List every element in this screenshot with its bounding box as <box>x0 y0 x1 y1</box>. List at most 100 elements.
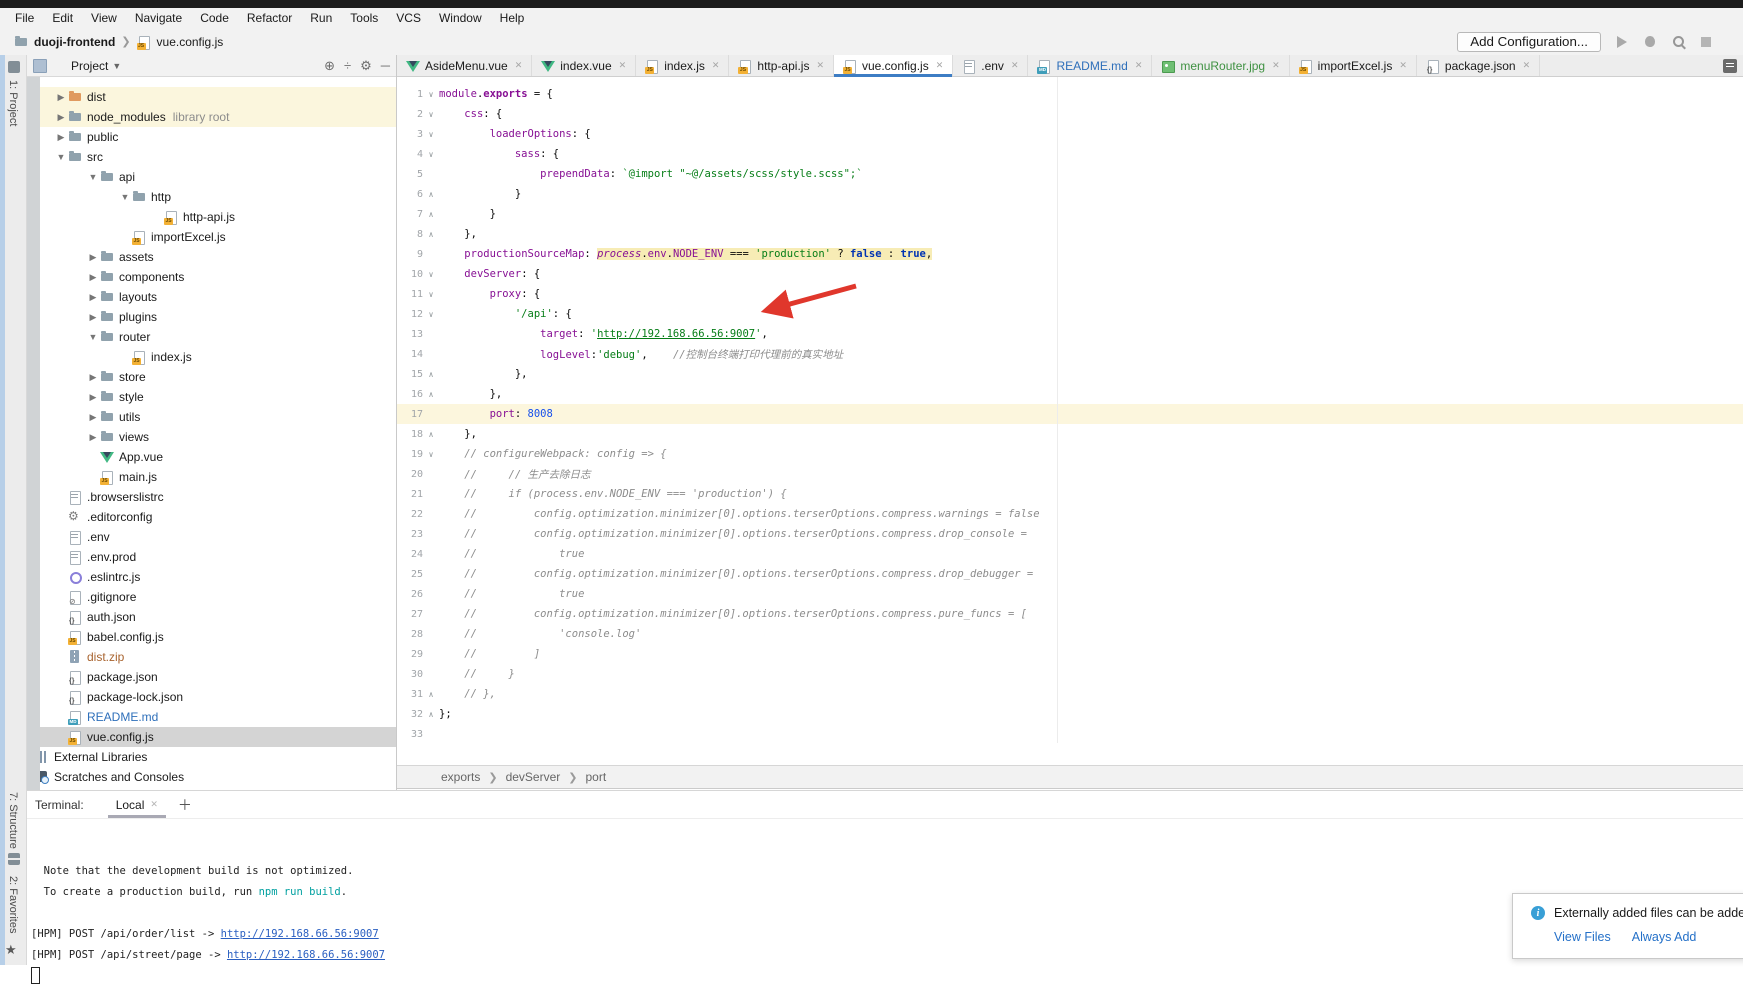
fold-close-icon[interactable]: ∧ <box>423 190 439 199</box>
menu-item-view[interactable]: View <box>82 9 126 27</box>
chevron-right-icon[interactable]: ▶ <box>86 372 100 383</box>
hide-icon[interactable]: ─ <box>381 58 390 74</box>
menu-item-run[interactable]: Run <box>301 9 341 27</box>
menu-item-tools[interactable]: Tools <box>341 9 387 27</box>
structure-tool-icon[interactable] <box>8 853 20 865</box>
menu-item-code[interactable]: Code <box>191 9 238 27</box>
code-line-18[interactable]: 18∧ }, <box>397 424 1743 444</box>
code-line-2[interactable]: 2∨ css: { <box>397 104 1743 124</box>
tree-item-auth-json[interactable]: {}auth.json <box>27 607 396 627</box>
fold-open-icon[interactable]: ∨ <box>423 450 439 459</box>
breadcrumb-port[interactable]: port <box>586 770 607 784</box>
terminal-link[interactable]: http://192.168.66.56:9007 <box>221 928 379 940</box>
code-line-21[interactable]: 21 // if (process.env.NODE_ENV === 'prod… <box>397 484 1743 504</box>
close-icon[interactable]: ✕ <box>936 60 944 71</box>
breadcrumb-devserver[interactable]: devServer <box>506 770 561 784</box>
menu-item-navigate[interactable]: Navigate <box>126 9 191 27</box>
chevron-down-icon[interactable]: ▼ <box>118 192 132 202</box>
favorites-star-icon[interactable]: ★ <box>5 942 17 958</box>
fold-close-icon[interactable]: ∧ <box>423 430 439 439</box>
project-tool-icon[interactable] <box>8 61 20 73</box>
close-icon[interactable]: ✕ <box>1399 60 1407 71</box>
debug-icon[interactable] <box>1643 35 1657 49</box>
tree-item-main-js[interactable]: JSmain.js <box>27 467 396 487</box>
code-editor[interactable]: 1∨module.exports = {2∨ css: {3∨ loaderOp… <box>397 77 1743 743</box>
breadcrumb-file[interactable]: vue.config.js <box>157 35 224 49</box>
tab-vue-config-js[interactable]: JSvue.config.js✕ <box>834 55 953 76</box>
code-line-27[interactable]: 27 // config.optimization.minimizer[0].o… <box>397 604 1743 624</box>
menu-item-vcs[interactable]: VCS <box>387 9 430 27</box>
tree-item-external-libraries[interactable]: External Libraries <box>27 747 396 767</box>
code-line-20[interactable]: 20 // // 生产去除日志 <box>397 464 1743 484</box>
code-line-23[interactable]: 23 // config.optimization.minimizer[0].o… <box>397 524 1743 544</box>
code-line-29[interactable]: 29 // ] <box>397 644 1743 664</box>
tab-asidemenu-vue[interactable]: AsideMenu.vue✕ <box>397 55 532 76</box>
tab-http-api-js[interactable]: JShttp-api.js✕ <box>729 55 834 76</box>
stripe-label-structure[interactable]: 7: Structure <box>7 792 19 849</box>
stop-icon[interactable] <box>1699 35 1713 49</box>
tree-item-http[interactable]: ▼http <box>27 187 396 207</box>
search-icon[interactable] <box>1671 35 1685 49</box>
new-terminal-icon[interactable]: ＋ <box>178 795 192 815</box>
settings-icon[interactable]: ⚙ <box>360 58 372 74</box>
fold-close-icon[interactable]: ∧ <box>423 210 439 219</box>
code-line-9[interactable]: 9 productionSourceMap: process.env.NODE_… <box>397 244 1743 264</box>
tree-item-store[interactable]: ▶store <box>27 367 396 387</box>
terminal-output[interactable]: Note that the development build is not o… <box>27 819 1743 966</box>
code-line-5[interactable]: 5 prependData: `@import "~@/assets/scss/… <box>397 164 1743 184</box>
code-line-17[interactable]: 17 port: 8008 <box>397 404 1743 424</box>
code-line-11[interactable]: 11∨ proxy: { <box>397 284 1743 304</box>
tree-item-http-api-js[interactable]: JShttp-api.js <box>27 207 396 227</box>
tree-item-dist-zip[interactable]: dist.zip <box>27 647 396 667</box>
code-line-3[interactable]: 3∨ loaderOptions: { <box>397 124 1743 144</box>
fold-close-icon[interactable]: ∧ <box>423 690 439 699</box>
chevron-right-icon[interactable]: ▶ <box>86 252 100 263</box>
code-line-19[interactable]: 19∨ // configureWebpack: config => { <box>397 444 1743 464</box>
add-configuration-button[interactable]: Add Configuration... <box>1457 32 1601 52</box>
chevron-right-icon[interactable]: ▶ <box>86 292 100 303</box>
chevron-down-icon[interactable]: ▼ <box>112 61 121 71</box>
tab-index-js[interactable]: JSindex.js✕ <box>636 55 729 76</box>
code-line-7[interactable]: 7∧ } <box>397 204 1743 224</box>
tree-item-style[interactable]: ▶style <box>27 387 396 407</box>
chevron-right-icon[interactable]: ▶ <box>86 312 100 323</box>
code-line-24[interactable]: 24 // true <box>397 544 1743 564</box>
tree-item-readme-md[interactable]: MDREADME.md <box>27 707 396 727</box>
chevron-right-icon[interactable]: ▶ <box>54 112 68 123</box>
chevron-right-icon[interactable]: ▶ <box>86 432 100 443</box>
fold-open-icon[interactable]: ∨ <box>423 130 439 139</box>
code-line-30[interactable]: 30 // } <box>397 664 1743 684</box>
tree-item--browserslistrc[interactable]: .browserslistrc <box>27 487 396 507</box>
tree-item-plugins[interactable]: ▶plugins <box>27 307 396 327</box>
tree-item-src[interactable]: ▼src <box>27 147 396 167</box>
fold-close-icon[interactable]: ∧ <box>423 230 439 239</box>
tree-item-index-js[interactable]: JSindex.js <box>27 347 396 367</box>
collapse-all-icon[interactable]: ÷ <box>344 58 351 74</box>
tree-item-views[interactable]: ▶views <box>27 427 396 447</box>
close-icon[interactable]: ✕ <box>712 60 720 71</box>
chevron-right-icon[interactable]: ▶ <box>54 132 68 143</box>
chevron-down-icon[interactable]: ▼ <box>54 152 68 162</box>
tree-item-package-json[interactable]: {}package.json <box>27 667 396 687</box>
tree-item-router[interactable]: ▼router <box>27 327 396 347</box>
close-icon[interactable]: ✕ <box>1523 60 1531 71</box>
chevron-down-icon[interactable]: ▼ <box>86 172 100 182</box>
breadcrumb-project[interactable]: duoji-frontend <box>34 35 115 49</box>
menu-item-edit[interactable]: Edit <box>43 9 82 27</box>
tree-item--gitignore[interactable]: ⊘.gitignore <box>27 587 396 607</box>
code-line-14[interactable]: 14 logLevel:'debug', //控制台终端打印代理前的真实地址 <box>397 344 1743 364</box>
tab-package-json[interactable]: {}package.json✕ <box>1417 55 1540 76</box>
tree-item-assets[interactable]: ▶assets <box>27 247 396 267</box>
close-icon[interactable]: ✕ <box>150 799 158 810</box>
close-icon[interactable]: ✕ <box>1135 60 1143 71</box>
terminal-tab-local[interactable]: Local ✕ <box>112 791 162 818</box>
code-line-25[interactable]: 25 // config.optimization.minimizer[0].o… <box>397 564 1743 584</box>
tab-list-icon[interactable] <box>1723 59 1737 73</box>
tree-item-package-lock-json[interactable]: {}package-lock.json <box>27 687 396 707</box>
tree-item-api[interactable]: ▼api <box>27 167 396 187</box>
tree-scrollbar[interactable] <box>27 77 40 790</box>
code-line-16[interactable]: 16∧ }, <box>397 384 1743 404</box>
fold-open-icon[interactable]: ∨ <box>423 90 439 99</box>
fold-open-icon[interactable]: ∨ <box>423 110 439 119</box>
tree-item-app-vue[interactable]: App.vue <box>27 447 396 467</box>
